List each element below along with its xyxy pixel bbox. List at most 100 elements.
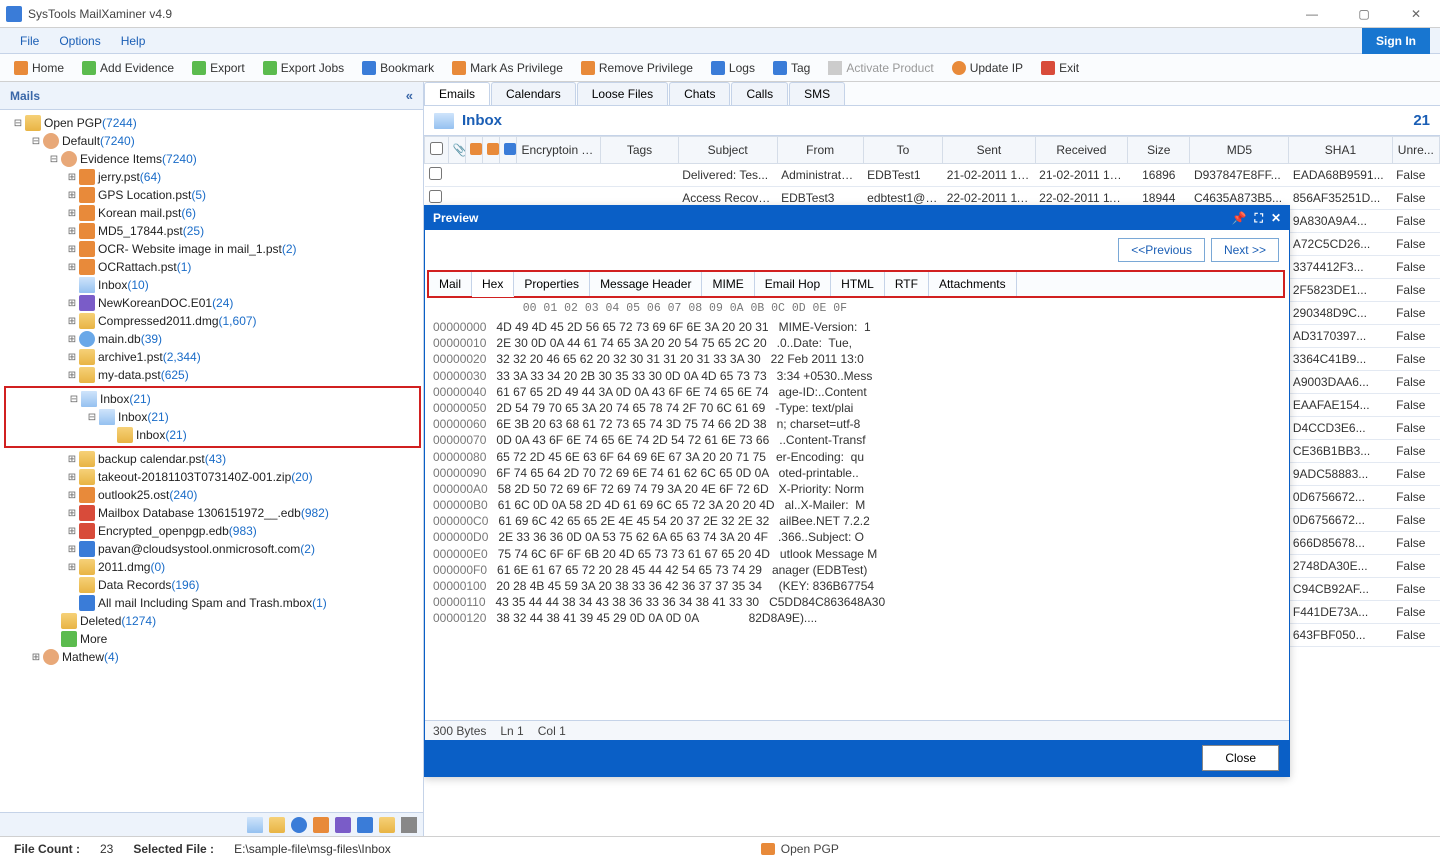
close-button[interactable]: Close [1202, 745, 1279, 771]
bookmark2-icon[interactable] [379, 817, 395, 833]
tree-node[interactable]: ⊟Inbox (21) [6, 390, 419, 408]
tree-node[interactable]: Deleted (1274) [4, 612, 421, 630]
expand-toggle[interactable]: ⊞ [66, 370, 78, 381]
preview-tab-message-header[interactable]: Message Header [590, 272, 702, 296]
tree-node[interactable]: Inbox (10) [4, 276, 421, 294]
tree-node[interactable]: ⊞backup calendar.pst (43) [4, 450, 421, 468]
tab-calls[interactable]: Calls [731, 82, 788, 105]
bookmark-button[interactable]: Bookmark [354, 58, 442, 78]
row-checkbox[interactable] [429, 167, 442, 180]
column-header[interactable] [425, 137, 449, 164]
expand-toggle[interactable]: ⊞ [66, 490, 78, 501]
column-header[interactable] [500, 137, 517, 164]
menu-help[interactable]: Help [111, 30, 156, 52]
column-header[interactable]: Subject [678, 137, 777, 164]
preview-tab-html[interactable]: HTML [831, 272, 885, 296]
expand-toggle[interactable]: ⊞ [66, 472, 78, 483]
tree-node[interactable]: ⊞Korean mail.pst (6) [4, 204, 421, 222]
column-header[interactable]: 📎 [448, 137, 465, 164]
mail-view-icon[interactable] [247, 817, 263, 833]
collapse-sidebar-button[interactable]: « [406, 88, 413, 103]
preview-tab-hex[interactable]: Hex [472, 272, 514, 297]
column-header[interactable]: Received [1035, 137, 1127, 164]
key-icon[interactable] [335, 817, 351, 833]
expand-toggle[interactable]: ⊟ [68, 394, 80, 405]
tree-node[interactable]: ⊞2011.dmg(0) [4, 558, 421, 576]
export-button[interactable]: Export [184, 58, 253, 78]
preview-tab-attachments[interactable]: Attachments [929, 272, 1017, 296]
tree-node[interactable]: ⊞OCR- Website image in mail_1.pst (2) [4, 240, 421, 258]
expand-toggle[interactable]: ⊞ [66, 262, 78, 273]
tab-emails[interactable]: Emails [424, 82, 490, 105]
row-checkbox[interactable] [429, 190, 442, 203]
hex-viewer[interactable]: 00000000 4D 49 4D 45 2D 56 65 72 73 69 6… [425, 317, 1289, 720]
tag2-icon[interactable] [357, 817, 373, 833]
preview-tab-properties[interactable]: Properties [514, 272, 590, 296]
expand-toggle[interactable]: ⊞ [66, 544, 78, 555]
column-header[interactable]: Unre... [1392, 137, 1439, 164]
add-evidence-button[interactable]: Add Evidence [74, 58, 182, 78]
signin-button[interactable]: Sign In [1362, 28, 1430, 54]
column-header[interactable]: Size [1128, 137, 1190, 164]
tree-node[interactable]: ⊞NewKoreanDOC.E01 (24) [4, 294, 421, 312]
tree-node[interactable]: ⊞archive1.pst (2,344) [4, 348, 421, 366]
export-jobs-button[interactable]: Export Jobs [255, 58, 352, 78]
tree-node[interactable]: ⊟Default (7240) [4, 132, 421, 150]
tree-node[interactable]: Inbox (21) [6, 426, 419, 444]
tree-node[interactable]: More [4, 630, 421, 648]
expand-toggle[interactable]: ⊟ [30, 136, 42, 147]
tree-node[interactable]: ⊞pavan@cloudsystool.onmicrosoft.com(2) [4, 540, 421, 558]
preview-tab-email-hop[interactable]: Email Hop [755, 272, 831, 296]
activate-product-button[interactable]: Activate Product [820, 58, 941, 78]
column-header[interactable]: To [863, 137, 943, 164]
maximize-preview-button[interactable]: ⛶ [1255, 211, 1263, 226]
column-header[interactable]: Tags [601, 137, 678, 164]
column-header[interactable]: MD5 [1190, 137, 1289, 164]
tree-node[interactable]: ⊞outlook25.ost(240) [4, 486, 421, 504]
tree-node[interactable]: ⊞Mailbox Database 1306151972__.edb (982) [4, 504, 421, 522]
column-header[interactable] [465, 137, 482, 164]
home-button[interactable]: Home [6, 58, 72, 78]
tree-node[interactable]: ⊞OCRattach.pst (1) [4, 258, 421, 276]
expand-toggle[interactable]: ⊞ [66, 352, 78, 363]
column-header[interactable]: SHA1 [1289, 137, 1392, 164]
tree-node[interactable]: ⊟Inbox (21) [6, 408, 419, 426]
tree-node[interactable]: All mail Including Spam and Trash.mbox (… [4, 594, 421, 612]
calendar-view-icon[interactable] [269, 817, 285, 833]
tree-node[interactable]: ⊞MD5_17844.pst(25) [4, 222, 421, 240]
expand-toggle[interactable]: ⊟ [86, 412, 98, 423]
expand-toggle[interactable]: ⊞ [66, 526, 78, 537]
tree-node[interactable]: Data Records (196) [4, 576, 421, 594]
close-window-button[interactable]: ✕ [1398, 7, 1434, 21]
column-header[interactable]: From [777, 137, 863, 164]
tab-chats[interactable]: Chats [669, 82, 730, 105]
expand-toggle[interactable]: ⊞ [66, 562, 78, 573]
expand-toggle[interactable]: ⊞ [66, 226, 78, 237]
tree-node[interactable]: ⊞jerry.pst (64) [4, 168, 421, 186]
star-icon[interactable] [313, 817, 329, 833]
preview-tab-rtf[interactable]: RTF [885, 272, 929, 296]
remove-privilege-button[interactable]: Remove Privilege [573, 58, 701, 78]
expand-toggle[interactable]: ⊞ [66, 454, 78, 465]
tab-calendars[interactable]: Calendars [491, 82, 576, 105]
preview-tab-mime[interactable]: MIME [702, 272, 754, 296]
expand-toggle[interactable]: ⊟ [48, 154, 60, 165]
close-preview-button[interactable]: ✕ [1271, 211, 1281, 226]
tree-node[interactable]: ⊟Evidence Items (7240) [4, 150, 421, 168]
minimize-button[interactable]: — [1294, 7, 1330, 21]
expand-toggle[interactable]: ⊞ [30, 652, 42, 663]
preview-tab-mail[interactable]: Mail [429, 272, 472, 296]
menu-options[interactable]: Options [49, 30, 110, 52]
expand-toggle[interactable]: ⊞ [66, 190, 78, 201]
update-ip-button[interactable]: Update IP [944, 58, 1031, 78]
tab-sms[interactable]: SMS [789, 82, 845, 105]
trash-icon[interactable] [401, 817, 417, 833]
column-header[interactable] [483, 137, 500, 164]
expand-toggle[interactable]: ⊞ [66, 172, 78, 183]
tree-node[interactable]: ⊟Open PGP (7244) [4, 114, 421, 132]
tree-node[interactable]: ⊞main.db (39) [4, 330, 421, 348]
tree-node[interactable]: ⊞Encrypted_openpgp.edb (983) [4, 522, 421, 540]
expand-toggle[interactable]: ⊞ [66, 208, 78, 219]
tab-loose-files[interactable]: Loose Files [577, 82, 668, 105]
tree-node[interactable]: ⊞Mathew (4) [4, 648, 421, 666]
